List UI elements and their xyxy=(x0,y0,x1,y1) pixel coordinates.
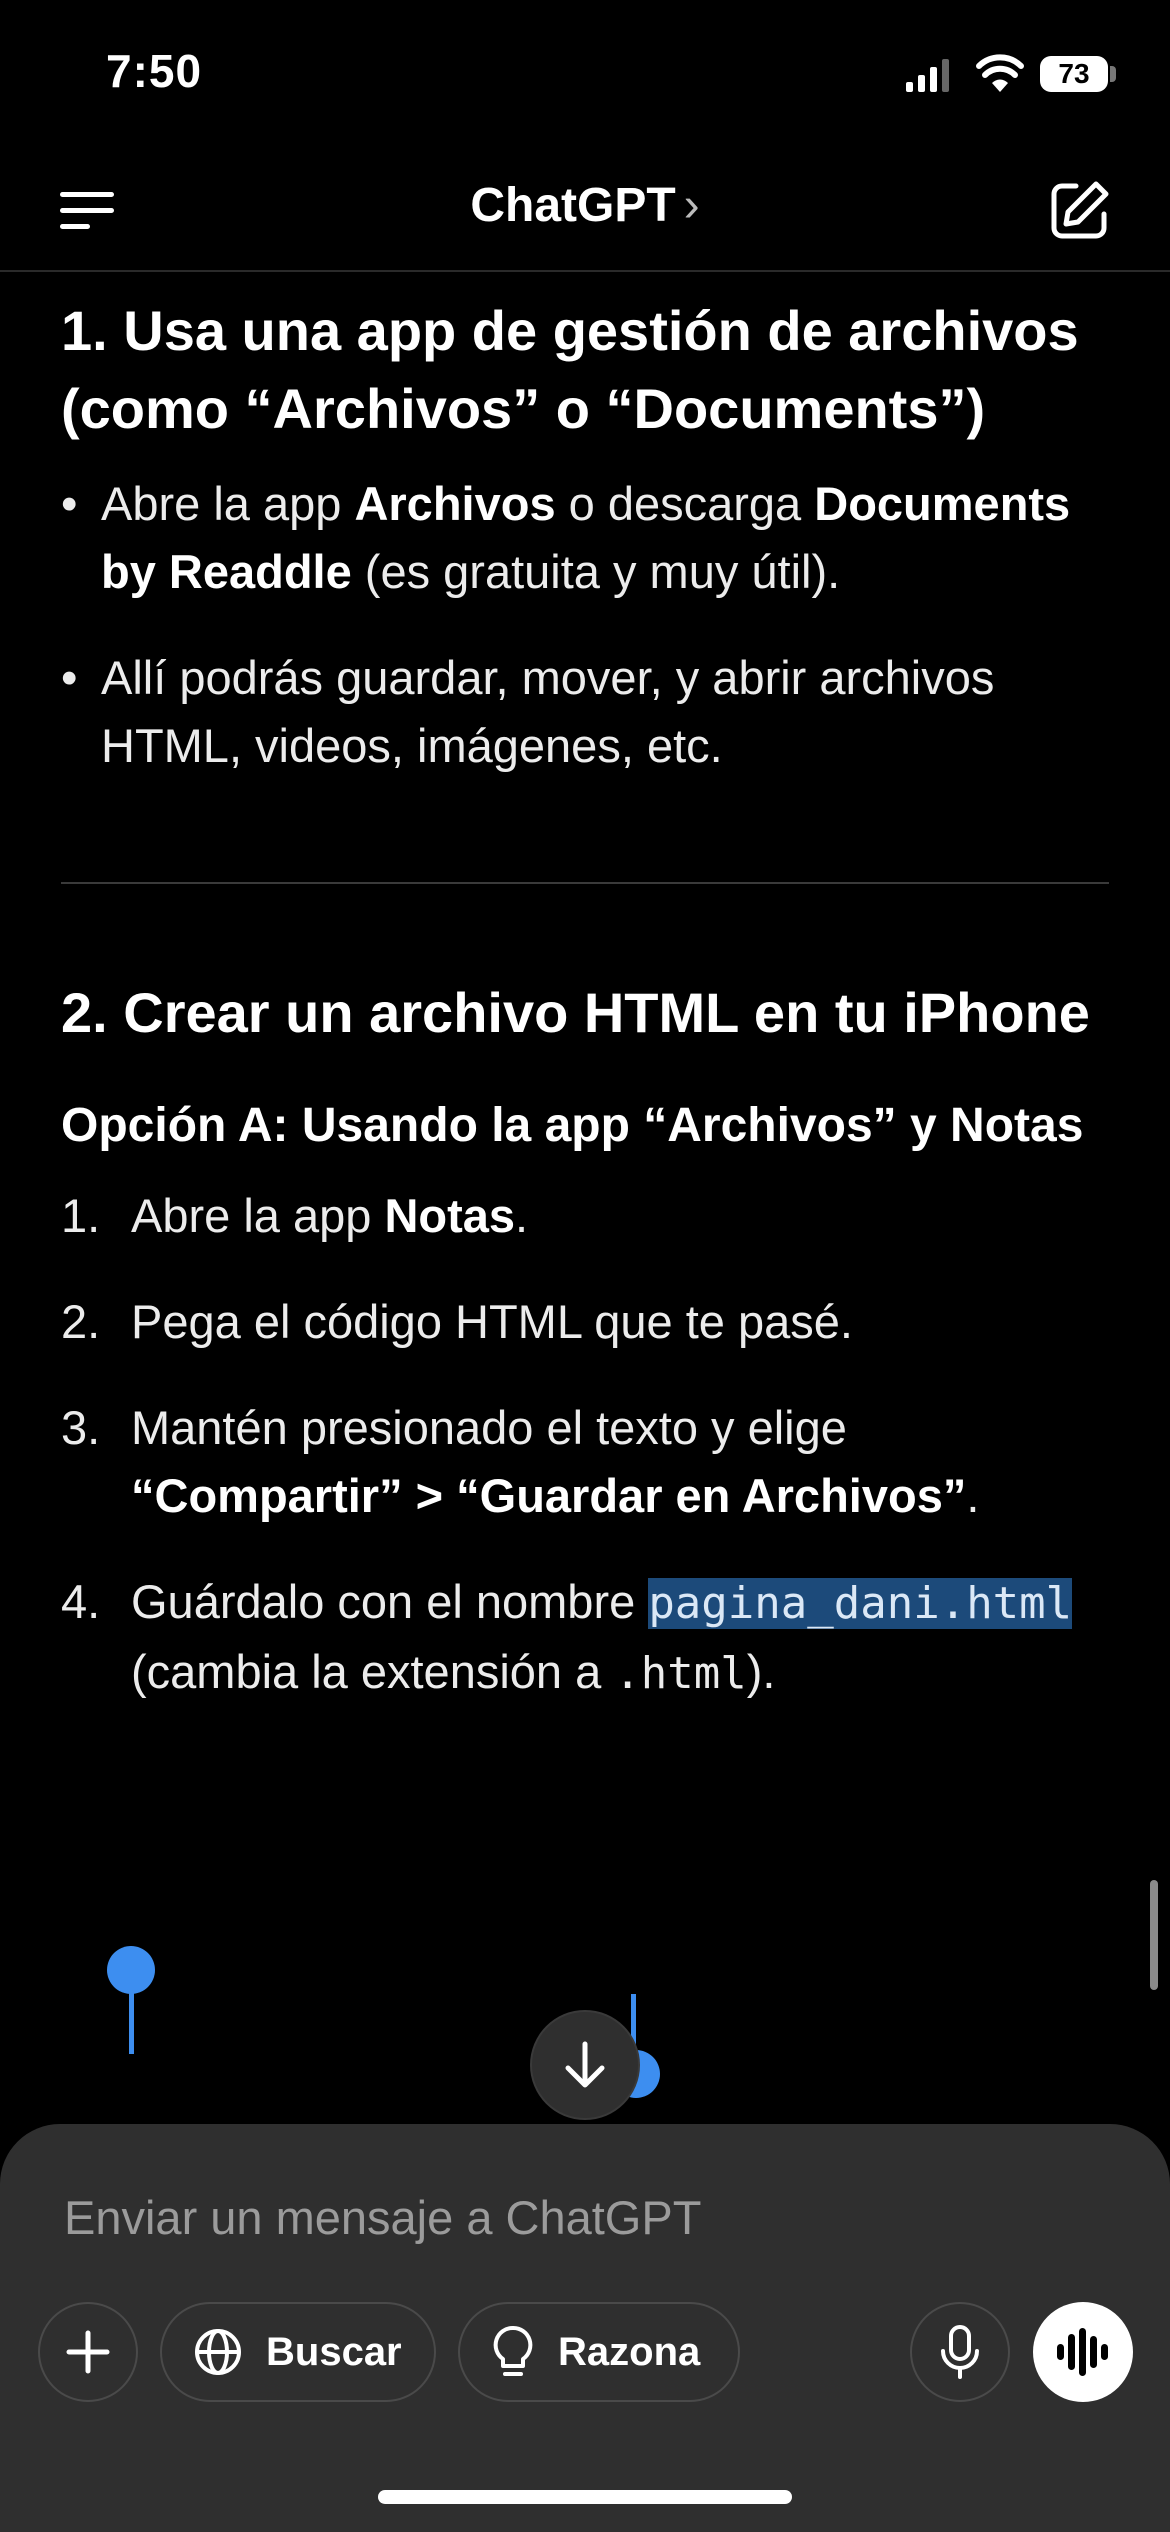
add-attachment-button[interactable] xyxy=(38,2302,138,2402)
list-item: 3. Mantén presionado el texto y elige “Co… xyxy=(61,1401,980,1522)
arrow-down-icon xyxy=(565,2041,605,2088)
list-item: 1. Abre la app Notas. xyxy=(61,1189,529,1242)
section-divider xyxy=(61,882,1109,884)
inline-code: .html xyxy=(614,1648,747,1699)
dictation-button[interactable] xyxy=(910,2302,1010,2402)
selected-code-text[interactable]: pagina_dani.html xyxy=(648,1578,1073,1629)
steps-list: 1. Abre la app Notas. 2. Pega el código HT… xyxy=(61,1182,1109,1708)
reason-label: Razona xyxy=(558,2329,701,2374)
list-item: Abre la app Archivos o descarga Document… xyxy=(61,470,1109,606)
list-item: 4. Guárdalo con el nombre pagina_dani.htm… xyxy=(61,1575,1073,1699)
message-composer: Enviar un mensaje a ChatGPT Buscar Razon… xyxy=(0,2124,1170,2532)
search-button[interactable]: Buscar xyxy=(160,2302,436,2402)
voice-waveform-icon xyxy=(1057,2328,1108,2376)
section-1-heading: 1. Usa una app de gestión de archivos (c… xyxy=(61,299,1079,440)
compose-icon[interactable] xyxy=(1046,178,1112,244)
section-2-heading: 2. Crear un archivo HTML en tu iPhone xyxy=(61,981,1090,1044)
top-navbar: ChatGPT › xyxy=(0,150,1170,272)
model-selector[interactable]: ChatGPT › xyxy=(0,178,1170,233)
lightbulb-icon xyxy=(493,2325,533,2376)
cellular-signal-icon xyxy=(906,59,949,92)
message-input[interactable]: Enviar un mensaje a ChatGPT xyxy=(64,2190,701,2245)
status-time: 7:50 xyxy=(106,45,203,97)
scroll-to-bottom-button[interactable] xyxy=(532,2012,638,2118)
scrollbar[interactable] xyxy=(1150,1880,1158,1990)
chevron-right-icon: › xyxy=(683,179,700,232)
selection-start-line xyxy=(129,1980,134,2054)
section-1-list: Abre la app Archivos o descarga Document… xyxy=(61,470,1109,780)
reason-button[interactable]: Razona xyxy=(458,2302,740,2402)
list-item: Allí podrás guardar, mover, y abrir arch… xyxy=(61,644,1109,780)
option-a-heading: Opción A: Usando la app “Archivos” y Not… xyxy=(61,1099,1084,1152)
wifi-icon xyxy=(976,54,1024,92)
globe-icon xyxy=(195,2329,241,2375)
search-label: Buscar xyxy=(266,2329,402,2374)
voice-mode-button[interactable] xyxy=(1033,2302,1133,2402)
app-title: ChatGPT xyxy=(470,179,676,232)
microphone-icon xyxy=(941,2325,979,2379)
assistant-message: 1. Usa una app de gestión de archivos (c… xyxy=(61,272,1109,1708)
status-bar: 7:50 73 xyxy=(0,0,1170,150)
plus-icon xyxy=(66,2330,110,2374)
list-item: 2. Pega el código HTML que te pasé. xyxy=(61,1295,853,1348)
battery-indicator: 73 xyxy=(1040,56,1108,92)
home-indicator xyxy=(378,2490,792,2504)
battery-cap xyxy=(1110,66,1116,82)
